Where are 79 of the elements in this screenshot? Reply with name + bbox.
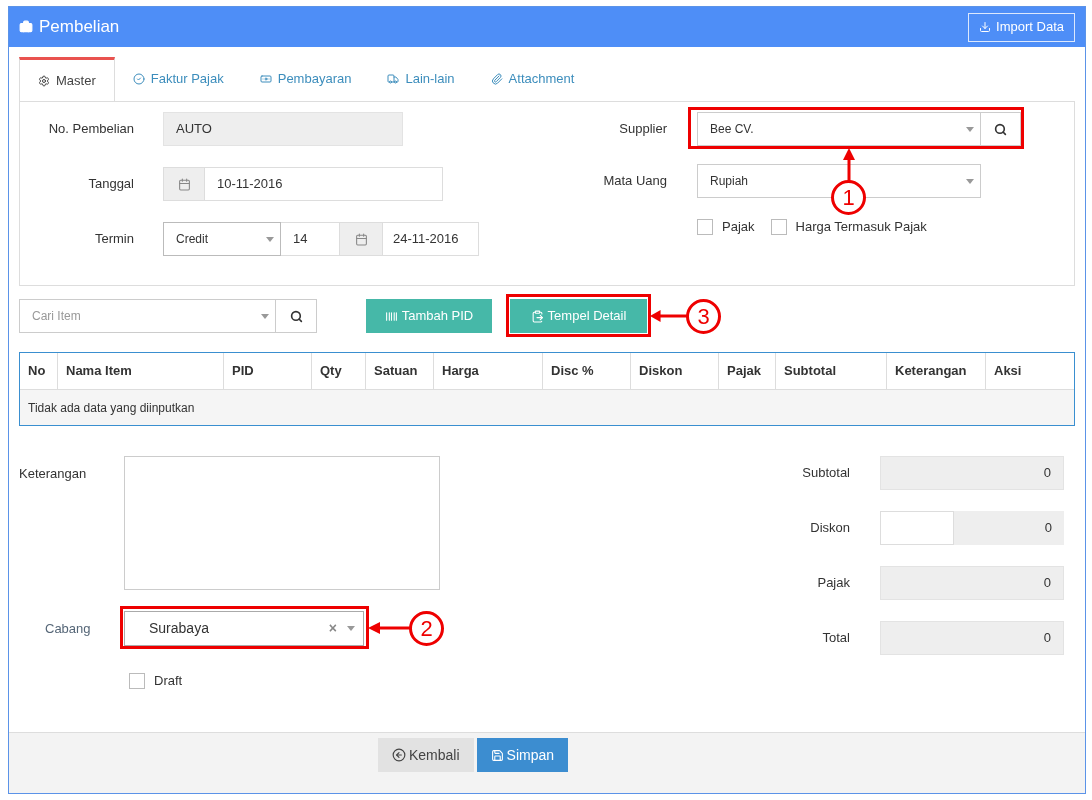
column-header: Satuan: [366, 353, 434, 389]
total-label: Diskon: [809, 519, 850, 538]
caret-icon: [261, 313, 269, 319]
field-label: Tanggal: [87, 175, 134, 194]
callout-number: 1: [831, 180, 866, 215]
column-header: Nama Item: [58, 353, 224, 389]
check-circle-icon: [132, 73, 145, 85]
field-label: Cabang: [44, 619, 92, 638]
calendar-icon: [177, 177, 191, 191]
caret-icon: [347, 626, 355, 631]
back-button[interactable]: Kembali: [378, 738, 474, 772]
column-header: No: [20, 353, 58, 389]
caret-icon: [266, 236, 274, 242]
clear-button[interactable]: ×: [328, 618, 337, 639]
total-label: Total: [821, 629, 850, 648]
supplier-select[interactable]: Bee CV.: [697, 112, 981, 146]
search-button[interactable]: [981, 112, 1021, 146]
callout-arrow: [368, 622, 410, 634]
briefcase-icon: [19, 20, 33, 34]
banknote-icon: [259, 73, 272, 85]
search-icon: [289, 309, 303, 323]
notes-textarea[interactable]: [124, 456, 440, 590]
checkbox[interactable]: [129, 672, 145, 689]
gear-icon: [38, 74, 50, 87]
barcode-icon: [384, 309, 398, 323]
column-header: Pajak: [719, 353, 776, 389]
callout-arrow: [843, 148, 855, 181]
checkbox-label: Draft: [154, 672, 183, 690]
column-header: Qty: [312, 353, 366, 389]
search-icon: [994, 122, 1007, 136]
total-field: 0: [880, 621, 1064, 655]
callout-number: 2: [409, 611, 444, 646]
column-header: Diskon: [631, 353, 719, 389]
paste-icon: [530, 309, 544, 323]
callout-arrow: [650, 310, 687, 322]
empty-table-message: Tidak ada data yang diinputkan: [20, 390, 1074, 425]
truck-icon: [387, 73, 400, 85]
date-field[interactable]: 10-11-2016: [205, 167, 443, 201]
term-select[interactable]: Credit: [163, 222, 281, 256]
tab[interactable]: Faktur Pajak: [114, 57, 242, 101]
paperclip-icon: [490, 73, 503, 85]
tab[interactable]: Pembayaran: [241, 57, 370, 101]
total-field: 0: [880, 566, 1064, 600]
arrow-left-icon: [392, 748, 406, 762]
field-label: Termin: [94, 230, 134, 249]
caret-icon: [966, 126, 974, 132]
column-header: Harga: [434, 353, 543, 389]
column-header: Keterangan: [887, 353, 986, 389]
page-title: Pembelian: [39, 16, 120, 39]
tab[interactable]: Master: [19, 57, 115, 101]
branch-select[interactable]: Surabaya ×: [124, 611, 364, 646]
column-header: Disc %: [543, 353, 631, 389]
number-field[interactable]: AUTO: [163, 112, 403, 146]
column-header: PID: [224, 353, 312, 389]
due-date-field[interactable]: 24-11-2016: [382, 222, 479, 256]
checkbox-label: Harga Termasuk Pajak: [795, 218, 927, 236]
field-label: No. Pembelian: [47, 120, 134, 139]
checkbox[interactable]: [697, 218, 713, 235]
total-field: 0: [954, 511, 1064, 545]
field-label: Mata Uang: [602, 172, 667, 191]
field-label: Keterangan: [19, 465, 88, 483]
total-label: Subtotal: [801, 464, 850, 483]
total-label: Pajak: [816, 574, 850, 593]
column-header: Subtotal: [776, 353, 887, 389]
search-button[interactable]: [276, 299, 317, 333]
save-button[interactable]: Simpan: [476, 738, 569, 772]
tab[interactable]: Attachment: [472, 57, 593, 101]
calendar-icon: [354, 232, 368, 246]
total-field: 0: [880, 456, 1064, 490]
discount-input[interactable]: [880, 511, 954, 545]
download-icon: [979, 21, 992, 33]
checkbox-label: Pajak: [722, 218, 755, 236]
tab[interactable]: Lain-lain: [369, 57, 473, 101]
checkbox[interactable]: [770, 218, 787, 235]
save-icon: [490, 748, 504, 762]
caret-icon: [966, 178, 974, 184]
field-label: Supplier: [618, 120, 667, 139]
callout-number: 3: [686, 299, 721, 334]
column-header: Aksi: [993, 362, 1023, 381]
